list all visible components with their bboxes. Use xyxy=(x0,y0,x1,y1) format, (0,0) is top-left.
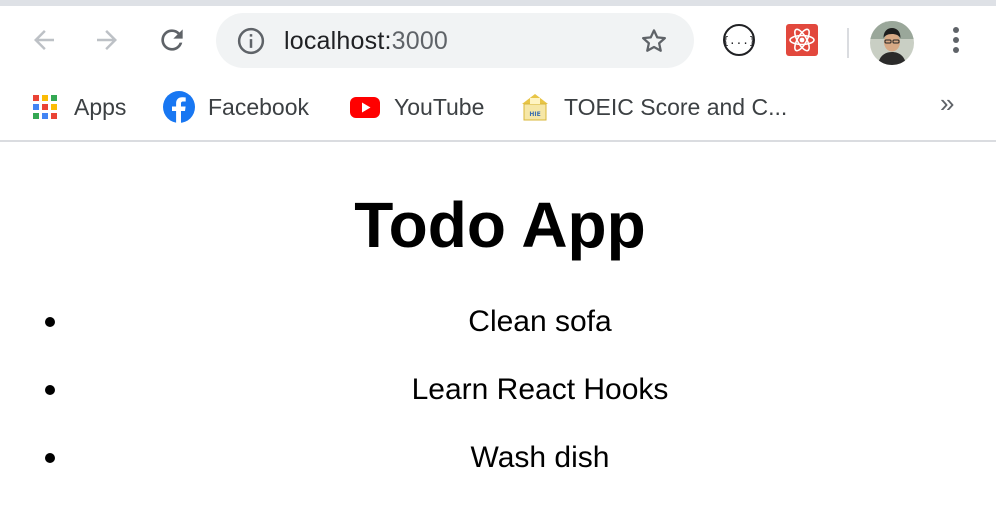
reload-button[interactable] xyxy=(152,20,192,60)
toeic-icon: HIE xyxy=(518,90,552,124)
bookmark-apps[interactable]: Apps xyxy=(28,89,126,125)
json-braces-icon: {...} xyxy=(722,24,756,56)
bookmark-label: Apps xyxy=(74,93,127,120)
page-title: Todo App xyxy=(354,189,646,261)
react-atom-icon xyxy=(786,24,818,56)
reload-icon xyxy=(161,29,183,51)
youtube-icon xyxy=(348,90,382,124)
more-vert-icon xyxy=(953,27,959,53)
todo-item: Clean sofa xyxy=(0,302,996,370)
chrome-menu-button[interactable] xyxy=(940,22,972,58)
bullet-icon xyxy=(45,453,55,463)
svg-text:HIE: HIE xyxy=(529,111,540,118)
facebook-icon xyxy=(162,90,196,124)
profile-avatar[interactable] xyxy=(870,21,914,65)
bookmark-facebook[interactable]: Facebook xyxy=(162,89,309,125)
address-bar[interactable]: localhost:3000 xyxy=(216,13,694,68)
forward-arrow-icon xyxy=(97,30,117,50)
url-text[interactable]: localhost:3000 xyxy=(284,25,448,57)
avatar-photo-icon xyxy=(870,21,914,65)
todo-list: Clean sofa Learn React Hooks Wash dish xyxy=(0,302,996,506)
bookmark-youtube[interactable]: YouTube xyxy=(348,89,484,125)
bookmark-toeic[interactable]: HIE TOEIC Score and C... xyxy=(518,89,787,125)
react-devtools-extension-button[interactable] xyxy=(784,22,820,58)
todo-item: Wash dish xyxy=(0,438,996,506)
bookmarks-overflow-button[interactable]: » xyxy=(940,88,954,119)
page-content: Todo App Clean sofa Learn React Hooks Wa… xyxy=(0,142,996,524)
apps-grid-icon xyxy=(28,90,62,124)
url-port: 3000 xyxy=(391,27,449,55)
toolbar-divider xyxy=(847,28,849,58)
todo-item: Learn React Hooks xyxy=(0,370,996,438)
bookmark-label: YouTube xyxy=(394,93,485,120)
info-icon[interactable] xyxy=(236,26,266,56)
back-arrow-icon xyxy=(34,30,54,50)
bookmark-label: TOEIC Score and C... xyxy=(564,93,788,120)
bookmark-label: Facebook xyxy=(208,93,310,120)
bullet-icon xyxy=(45,317,55,327)
svg-text:{...}: {...} xyxy=(722,34,755,47)
bookmark-star-icon[interactable] xyxy=(639,26,669,56)
url-host: localhost: xyxy=(284,27,392,55)
json-viewer-extension-button[interactable]: {...} xyxy=(721,22,757,58)
forward-button[interactable] xyxy=(87,20,127,60)
bookmarks-bar: Apps Facebook YouTube HIE TOEIC Score an… xyxy=(0,78,996,140)
todo-text: Clean sofa xyxy=(468,305,612,338)
back-button[interactable] xyxy=(24,20,64,60)
bullet-icon xyxy=(45,385,55,395)
todo-text: Learn React Hooks xyxy=(411,373,669,406)
browser-toolbar: localhost:3000 {...} xyxy=(0,6,996,78)
todo-text: Wash dish xyxy=(470,441,610,474)
